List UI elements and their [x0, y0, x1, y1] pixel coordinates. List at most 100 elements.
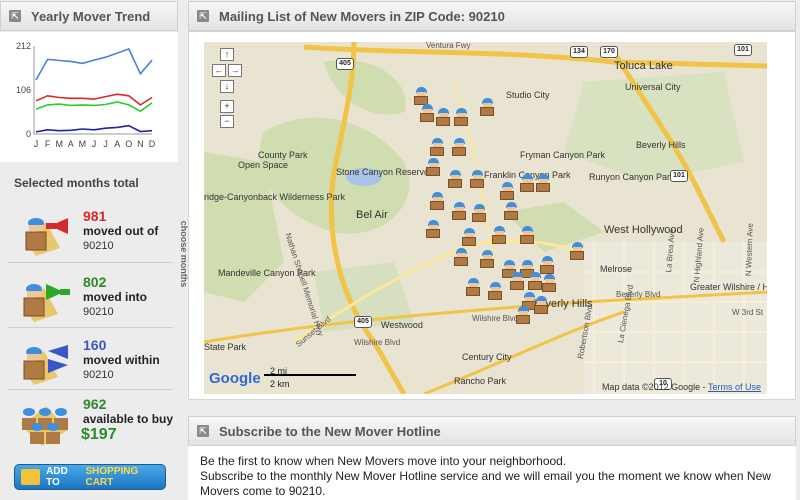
mover-pin[interactable]	[542, 274, 556, 292]
map-label: Rancho Park	[454, 376, 507, 386]
selected-months-title: Selected months total	[14, 176, 139, 190]
map-label: Stone Canyon Reservoir	[336, 167, 435, 177]
mover-pin[interactable]	[492, 226, 506, 244]
mover-pin[interactable]	[426, 220, 440, 238]
highway-shield: 101	[734, 44, 752, 56]
map-label: Wilshire Blvd	[354, 338, 401, 347]
map-label: Century City	[462, 352, 512, 362]
collapse-icon[interactable]: ⇱	[197, 10, 209, 22]
mover-pin[interactable]	[520, 226, 534, 244]
highway-shield: 101	[670, 170, 688, 182]
mover-pin[interactable]	[480, 250, 494, 268]
mover-pin[interactable]	[570, 242, 584, 260]
mover-pin[interactable]	[528, 272, 542, 290]
map-title: Mailing List of New Movers in ZIP Code: …	[219, 8, 505, 24]
mover-pin[interactable]	[504, 202, 518, 220]
map-label: Greater Wilshire / Hancock Park	[690, 282, 767, 292]
x-tick-label: F	[45, 139, 51, 149]
mover-out-icon	[25, 218, 68, 256]
add-to-cart-button[interactable]: ADD TO SHOPPING CART	[14, 464, 166, 490]
moved-within-label: moved within	[83, 353, 160, 367]
highway-shield: 405	[354, 316, 372, 328]
mover-pin[interactable]	[426, 158, 440, 176]
divider	[8, 262, 173, 263]
x-tick-label: J	[92, 139, 97, 149]
hotline-panel-header[interactable]: ⇱ Subscribe to the New Mover Hotline	[188, 416, 796, 446]
mover-pin[interactable]	[480, 98, 494, 116]
mover-pin[interactable]	[540, 256, 554, 274]
moved-into-zip: 90210	[83, 306, 114, 318]
mover-pin[interactable]	[414, 87, 428, 105]
mover-pin[interactable]	[448, 170, 462, 188]
map-label: Bel Air	[356, 209, 388, 221]
zoom-out-button[interactable]: −	[220, 115, 234, 128]
moved-within-stat: 160 moved within 90210	[0, 337, 178, 401]
divider	[8, 389, 173, 390]
trend-chart: 0 106 212 J F M A M J J A O N D	[0, 32, 178, 162]
map-label: Toluca Lake	[614, 60, 673, 72]
divider	[8, 327, 173, 328]
map-label: ridge-Canyonback Wilderness Park	[204, 192, 346, 202]
collapse-icon[interactable]: ⇱	[9, 10, 21, 22]
highway-shield: 405	[336, 58, 354, 70]
mover-pin[interactable]	[430, 138, 444, 156]
series-line-2	[35, 101, 153, 113]
mover-pin[interactable]	[510, 272, 524, 290]
choose-months-tab[interactable]: choose months	[178, 215, 189, 295]
map-label: Fryman Canyon Park	[520, 150, 606, 160]
google-logo-text: Google	[209, 370, 261, 387]
mover-pin[interactable]	[462, 228, 476, 246]
scale-km: 2 km	[270, 379, 290, 389]
map-label: Beverly Hills	[636, 140, 686, 150]
map[interactable]: Ventura Fwy Toluca Lake Universal City S…	[204, 42, 767, 394]
attribution-text: Map data ©2012 Google -	[601, 382, 706, 392]
trend-panel-header[interactable]: ⇱ Yearly Mover Trend	[0, 1, 178, 31]
terms-of-use-link[interactable]: Terms of Use	[708, 382, 761, 392]
series-line-3	[35, 124, 153, 133]
mover-pin[interactable]	[420, 104, 434, 122]
mover-pin[interactable]	[470, 170, 484, 188]
x-tick-label: J	[34, 139, 39, 149]
map-label: Open Space	[238, 160, 289, 170]
moved-out-label: moved out of	[83, 224, 159, 238]
pan-up-button[interactable]: ↑	[220, 48, 234, 61]
mover-pin[interactable]	[436, 108, 450, 126]
mover-pin[interactable]	[452, 202, 466, 220]
x-tick-label: M	[55, 139, 63, 149]
mover-pin[interactable]	[452, 138, 466, 156]
pan-right-button[interactable]: →	[228, 64, 242, 77]
google-logo[interactable]: Google	[209, 370, 261, 387]
pan-down-button[interactable]: ↓	[220, 80, 234, 93]
mover-pin[interactable]	[472, 204, 486, 222]
mover-pin[interactable]	[454, 248, 468, 266]
mover-pin[interactable]	[536, 174, 550, 192]
mover-pin[interactable]	[466, 278, 480, 296]
pan-left-button[interactable]: ←	[212, 64, 226, 77]
moved-into-stat: 802 moved into 90210	[0, 274, 178, 338]
mover-pin[interactable]	[500, 182, 514, 200]
x-tick-label: J	[103, 139, 108, 149]
map-label: Westwood	[381, 320, 423, 330]
mover-pin[interactable]	[454, 108, 468, 126]
mover-pin[interactable]	[520, 174, 534, 192]
x-tick-label: A	[114, 139, 120, 149]
highway-shield: 170	[600, 46, 618, 58]
mover-pin[interactable]	[516, 306, 530, 324]
trend-title: Yearly Mover Trend	[31, 8, 151, 24]
hotline-body: Be the first to know when New Movers mov…	[188, 446, 796, 500]
mover-pin[interactable]	[488, 282, 502, 300]
map-panel-header[interactable]: ⇱ Mailing List of New Movers in ZIP Code…	[188, 1, 796, 31]
collapse-icon[interactable]: ⇱	[197, 425, 209, 437]
map-panel: Ventura Fwy Toluca Lake Universal City S…	[188, 31, 796, 400]
y-tick-label: 106	[16, 85, 31, 95]
mover-within-icon	[23, 345, 68, 385]
x-tick-label: M	[79, 139, 87, 149]
map-scale: 2 mi 2 km	[264, 364, 356, 390]
mover-pin[interactable]	[430, 192, 444, 210]
movers-group-icon	[22, 406, 68, 446]
map-label: Ventura Fwy	[426, 42, 471, 50]
zoom-in-button[interactable]: +	[220, 100, 234, 113]
map-label: Wilshire Blvd	[472, 314, 519, 323]
mover-pin[interactable]	[534, 296, 548, 314]
cart-label-a: ADD TO	[46, 466, 68, 488]
